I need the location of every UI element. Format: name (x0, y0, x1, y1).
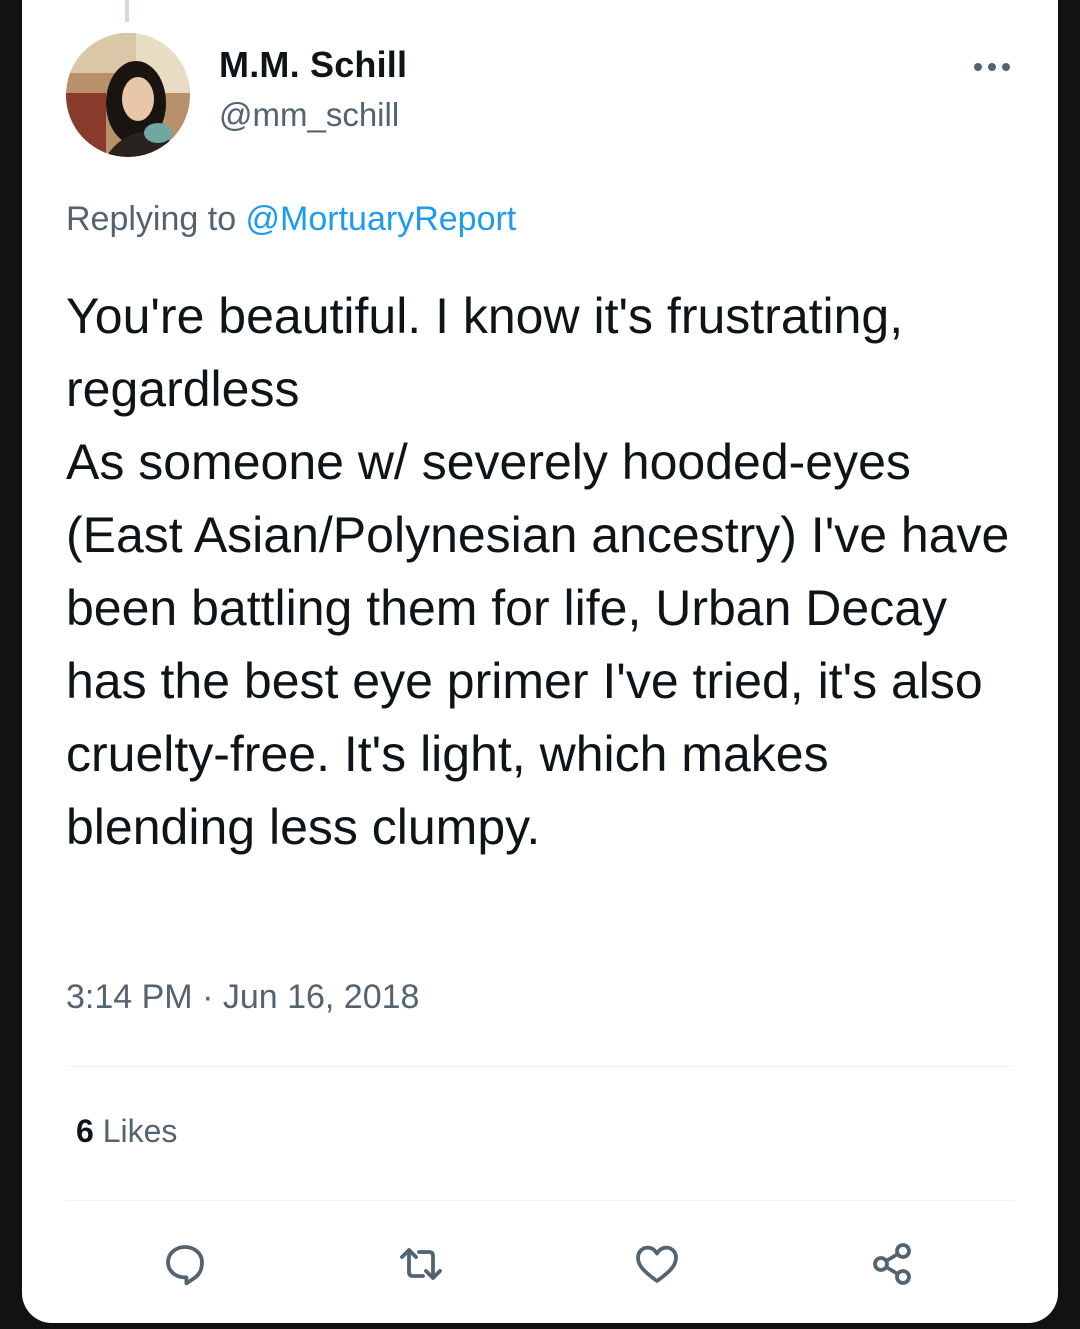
more-options-button[interactable] (970, 50, 1014, 84)
like-icon (636, 1245, 678, 1283)
replying-to-label: Replying to (66, 200, 246, 238)
tweet-timestamp[interactable]: 3:14 PM · Jun 16, 2018 (66, 978, 419, 1017)
share-button[interactable] (865, 1236, 921, 1292)
retweet-button[interactable] (393, 1236, 449, 1292)
likes-number: 6 (76, 1113, 94, 1149)
divider (66, 1066, 1014, 1067)
display-name[interactable]: M.M. Schill (219, 44, 407, 86)
reply-icon (166, 1245, 204, 1286)
user-handle[interactable]: @mm_schill (219, 96, 399, 134)
tweet-text: You're beautiful. I know it's frustratin… (66, 288, 1010, 855)
likes-label: Likes (93, 1113, 178, 1149)
retweet-icon (400, 1248, 442, 1280)
likes-count[interactable]: 6 Likes (76, 1113, 177, 1150)
like-button[interactable] (629, 1236, 685, 1292)
reply-target-link[interactable]: @MortuaryReport (246, 200, 517, 238)
avatar[interactable] (66, 33, 190, 157)
profile-photo-icon (66, 33, 190, 157)
more-icon (974, 63, 1010, 71)
divider (66, 1200, 1014, 1201)
share-icon (873, 1243, 911, 1285)
reply-button[interactable] (157, 1236, 213, 1292)
replying-to: Replying to @MortuaryReport (66, 200, 516, 239)
thread-connector-line (125, 0, 129, 22)
tweet-card: M.M. Schill @mm_schill Replying to @Mort… (22, 0, 1058, 1323)
